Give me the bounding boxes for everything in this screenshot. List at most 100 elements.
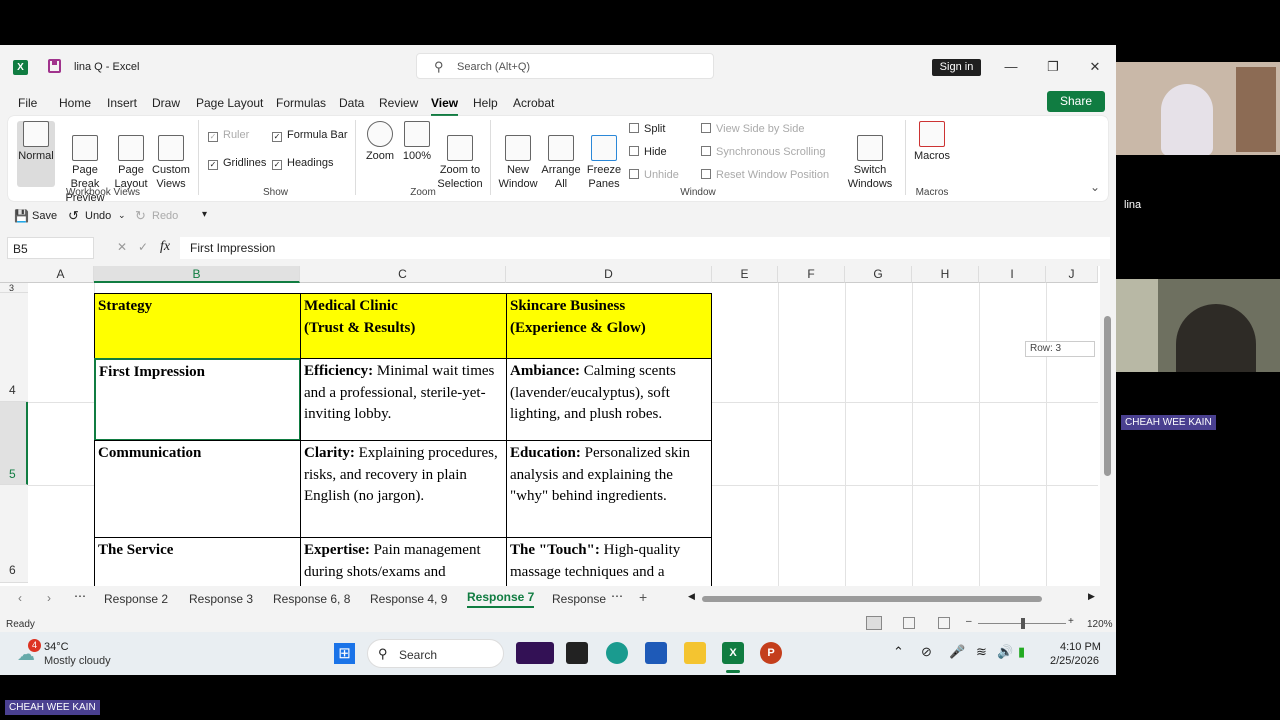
col-header-c[interactable]: C <box>300 266 506 283</box>
page-layout-button[interactable]: Page Layout <box>114 121 148 191</box>
menu-help[interactable]: Help <box>473 96 498 110</box>
undo-button[interactable]: Undo <box>85 210 111 222</box>
tab-response-4-9[interactable]: Response 4, 9 <box>370 592 447 606</box>
formula-bar-input[interactable]: First Impression <box>180 237 1110 259</box>
col-header-i[interactable]: I <box>979 266 1046 283</box>
headings-checkbox[interactable]: ✓ Headings <box>272 157 333 170</box>
scroll-right-icon[interactable]: ▶ <box>1088 591 1095 602</box>
col-header-f[interactable]: F <box>778 266 845 283</box>
normal-view-status-icon[interactable] <box>866 616 882 630</box>
menu-draw[interactable]: Draw <box>152 96 180 110</box>
col-header-g[interactable]: G <box>845 266 912 283</box>
windows-start-icon[interactable]: ⊞ <box>334 643 355 664</box>
share-button[interactable]: Share <box>1047 91 1105 112</box>
excel-taskbar-icon[interactable]: X <box>722 642 744 664</box>
more-tabs-icon[interactable]: ⋯ <box>611 589 623 603</box>
row-header-3[interactable]: 3 <box>0 283 28 293</box>
tab-response-2[interactable]: Response 2 <box>104 592 168 606</box>
worksheet[interactable]: A B C D E F G H I J 3 4 5 6 Strategy Med… <box>0 266 1116 597</box>
cell-b5-selected[interactable]: First Impression <box>94 358 301 441</box>
undo-dropdown-icon[interactable]: ⌄ <box>118 210 126 221</box>
add-sheet-icon[interactable]: + <box>639 589 647 605</box>
clock-date[interactable]: 2/25/2026 <box>1050 655 1099 667</box>
normal-view-button[interactable]: Normal <box>17 121 55 187</box>
unhide-button[interactable]: Unhide <box>629 169 679 181</box>
gridlines-checkbox[interactable]: ✓ Gridlines <box>208 157 266 170</box>
zoom-100-button[interactable]: 100% <box>401 121 433 163</box>
vertical-scrollbar[interactable] <box>1100 266 1116 586</box>
sync-scrolling-button[interactable]: Synchronous Scrolling <box>701 146 825 158</box>
cell-c6[interactable]: Clarity: Explaining procedures, risks, a… <box>300 440 507 538</box>
freeze-panes-button[interactable]: Freeze Panes <box>585 121 623 191</box>
new-window-button[interactable]: New Window <box>498 121 538 191</box>
split-button[interactable]: Split <box>629 123 665 135</box>
menu-home[interactable]: Home <box>59 96 91 110</box>
store-icon[interactable] <box>645 642 667 664</box>
clock-time[interactable]: 4:10 PM <box>1060 641 1101 653</box>
zoom-in-icon[interactable]: + <box>1068 616 1074 627</box>
zoom-selection-button[interactable]: Zoom to Selection <box>436 121 484 191</box>
horizontal-scrollbar[interactable]: ◀ ▶ <box>688 591 1100 605</box>
menu-page-layout[interactable]: Page Layout <box>196 96 263 110</box>
page-break-status-icon[interactable] <box>938 617 950 629</box>
ruler-checkbox[interactable]: ✓ Ruler <box>208 129 249 142</box>
file-explorer-icon[interactable] <box>684 642 706 664</box>
tab-response[interactable]: Response <box>552 592 606 606</box>
minimize-icon[interactable]: — <box>996 55 1026 79</box>
scroll-left-icon[interactable]: ◀ <box>688 591 695 602</box>
zoom-out-icon[interactable]: – <box>966 616 972 627</box>
col-header-j[interactable]: J <box>1046 266 1098 283</box>
vertical-scroll-thumb[interactable] <box>1104 316 1111 476</box>
formula-bar-checkbox[interactable]: ✓ Formula Bar <box>272 129 348 142</box>
widget-icon[interactable] <box>516 642 554 664</box>
select-all-corner[interactable] <box>0 266 28 283</box>
collapse-ribbon-icon[interactable]: ⌄ <box>1090 180 1100 194</box>
function-icon[interactable]: fx <box>160 239 170 255</box>
more-tabs-icon[interactable]: ⋯ <box>74 589 86 603</box>
tab-response-6-8[interactable]: Response 6, 8 <box>273 592 350 606</box>
menu-file[interactable]: File <box>18 96 37 110</box>
cell-d5[interactable]: Ambiance: Calming scents (lavender/eucal… <box>506 358 712 441</box>
zoom-level[interactable]: 120% <box>1087 619 1113 630</box>
powerpoint-icon[interactable]: P <box>760 642 782 664</box>
search-box[interactable]: ⚲ Search (Alt+Q) <box>416 53 714 79</box>
menu-view[interactable]: View <box>431 96 459 116</box>
microphone-icon[interactable]: 🎤 <box>949 644 965 660</box>
row-header-6[interactable]: 6 <box>0 485 28 583</box>
speaker-icon[interactable]: 🔊 <box>997 644 1013 660</box>
zoom-slider-thumb[interactable] <box>1021 618 1025 629</box>
side-by-side-button[interactable]: View Side by Side <box>701 123 804 135</box>
cell-c4[interactable]: Medical Clinic (Trust & Results) <box>300 293 507 359</box>
col-header-e[interactable]: E <box>712 266 778 283</box>
cancel-formula-icon[interactable]: ✕ <box>117 240 127 254</box>
save-button[interactable]: Save <box>32 210 57 222</box>
restore-icon[interactable]: ❐ <box>1038 55 1068 79</box>
menu-formulas[interactable]: Formulas <box>276 96 326 110</box>
close-icon[interactable]: ✕ <box>1080 55 1110 79</box>
confirm-formula-icon[interactable]: ✓ <box>138 240 148 254</box>
col-header-b[interactable]: B <box>94 266 300 283</box>
menu-insert[interactable]: Insert <box>107 96 137 110</box>
taskview-icon[interactable] <box>566 642 588 664</box>
col-header-d[interactable]: D <box>506 266 712 283</box>
autosave-icon[interactable] <box>48 59 61 73</box>
switch-windows-button[interactable]: Switch Windows <box>843 121 897 191</box>
arrange-all-button[interactable]: Arrange All <box>541 121 581 191</box>
network-off-icon[interactable]: ⊘ <box>921 644 932 660</box>
page-layout-status-icon[interactable] <box>903 617 915 629</box>
tab-response-7[interactable]: Response 7 <box>467 590 535 608</box>
reset-position-button[interactable]: Reset Window Position <box>701 169 829 181</box>
custom-views-button[interactable]: Custom Views <box>151 121 191 191</box>
tray-overflow-icon[interactable]: ⌃ <box>893 644 904 660</box>
cell-d6[interactable]: Education: Personalized skin analysis an… <box>506 440 712 538</box>
zoom-button[interactable]: Zoom <box>364 121 396 163</box>
customize-qat-icon[interactable]: ▾ <box>202 209 207 220</box>
name-box[interactable]: B5 <box>7 237 94 259</box>
macros-button[interactable]: Macros <box>912 121 952 163</box>
horizontal-scroll-thumb[interactable] <box>702 596 1042 602</box>
wifi-icon[interactable]: ≋ <box>976 644 987 660</box>
redo-button[interactable]: Redo <box>152 210 178 222</box>
sign-in-button[interactable]: Sign in <box>932 59 981 76</box>
edge-icon[interactable] <box>606 642 628 664</box>
menu-review[interactable]: Review <box>379 96 418 110</box>
